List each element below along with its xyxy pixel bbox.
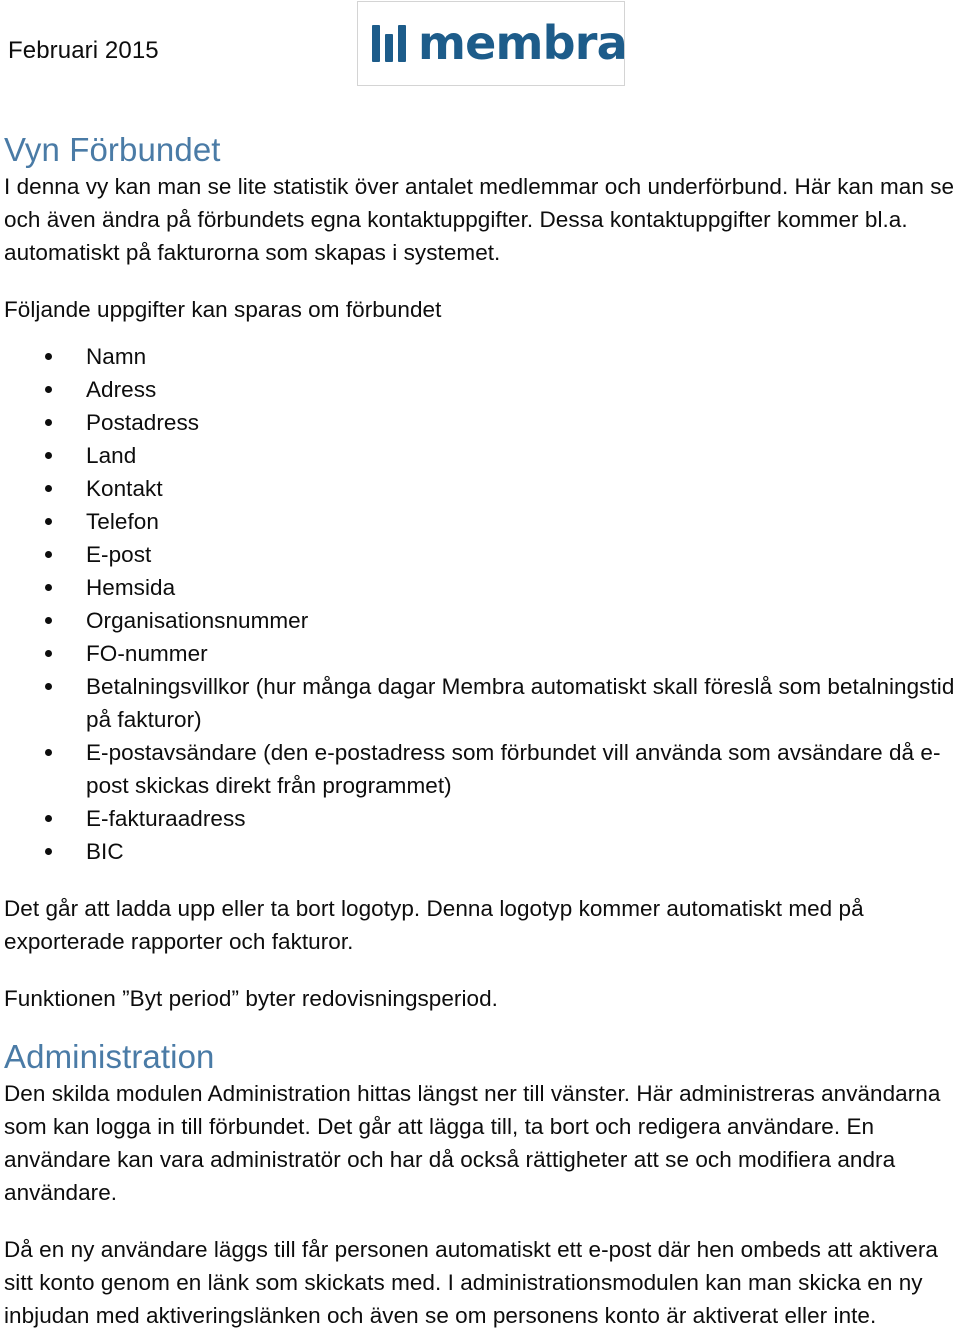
forbund-fields-list: Namn Adress Postadress Land Kontakt Tele… <box>4 340 956 868</box>
bullet-icon <box>45 386 52 393</box>
list-item-label: E-post <box>86 542 152 567</box>
vyn-intro-paragraph: I denna vy kan man se lite statistik öve… <box>4 174 955 265</box>
bullet-icon <box>45 584 52 591</box>
bullet-icon <box>45 617 52 624</box>
list-item-label: Land <box>86 443 137 468</box>
bullet-icon <box>45 683 52 690</box>
list-item: E-post <box>4 538 956 571</box>
header-date-label: Februari 2015 <box>8 37 159 64</box>
bullet-icon <box>45 815 52 822</box>
document-page: Februari 2015 membra Vyn Förbundet I den… <box>0 0 960 1328</box>
page-title-administration: Administration <box>4 1038 215 1075</box>
document-header: Februari 2015 membra <box>4 0 956 112</box>
list-item: Postadress <box>4 406 956 439</box>
list-item: E-fakturaadress <box>4 802 956 835</box>
list-item-label: Telefon <box>86 509 159 534</box>
list-item: E-postavsändare (den e-postadress som fö… <box>4 736 956 802</box>
bullet-icon <box>45 353 52 360</box>
list-item-label: Betalningsvillkor (hur många dagar Membr… <box>86 674 955 732</box>
list-item-label: Namn <box>86 344 147 369</box>
bullet-icon <box>45 452 52 459</box>
bullet-icon <box>45 551 52 558</box>
administration-paragraph-two: Då en ny användare läggs till får person… <box>4 1237 938 1328</box>
list-item-label: E-fakturaadress <box>86 806 246 831</box>
list-item: Organisationsnummer <box>4 604 956 637</box>
vyn-logo-paragraph: Det går att ladda upp eller ta bort logo… <box>4 896 864 954</box>
list-item-label: Organisationsnummer <box>86 608 309 633</box>
list-item: Hemsida <box>4 571 956 604</box>
list-item: BIC <box>4 835 956 868</box>
list-item-label: FO-nummer <box>86 641 208 666</box>
list-item: Kontakt <box>4 472 956 505</box>
page-title-vyn-forbundet: Vyn Förbundet <box>4 131 221 168</box>
list-item: Betalningsvillkor (hur många dagar Membr… <box>4 670 956 736</box>
bullet-icon <box>45 518 52 525</box>
list-item: Namn <box>4 340 956 373</box>
list-item-label: E-postavsändare (den e-postadress som fö… <box>86 740 941 798</box>
bullet-icon <box>45 650 52 657</box>
vyn-list-intro: Följande uppgifter kan sparas om förbund… <box>4 297 442 322</box>
list-item-label: Adress <box>86 377 157 402</box>
list-item-label: BIC <box>86 839 124 864</box>
list-item: Adress <box>4 373 956 406</box>
bullet-icon <box>45 749 52 756</box>
list-item-label: Postadress <box>86 410 200 435</box>
membra-bars-icon <box>372 25 406 62</box>
list-item: FO-nummer <box>4 637 956 670</box>
bullet-icon <box>45 485 52 492</box>
vyn-function-paragraph: Funktionen ”Byt period” byter redovisnin… <box>4 986 498 1011</box>
list-item: Land <box>4 439 956 472</box>
list-item-label: Hemsida <box>86 575 176 600</box>
list-item: Telefon <box>4 505 956 538</box>
membra-wordmark: membra <box>418 15 628 70</box>
bullet-icon <box>45 848 52 855</box>
bullet-icon <box>45 419 52 426</box>
membra-logo: membra <box>357 1 628 86</box>
administration-paragraph-one: Den skilda modulen Administration hittas… <box>4 1081 941 1205</box>
list-item-label: Kontakt <box>86 476 163 501</box>
